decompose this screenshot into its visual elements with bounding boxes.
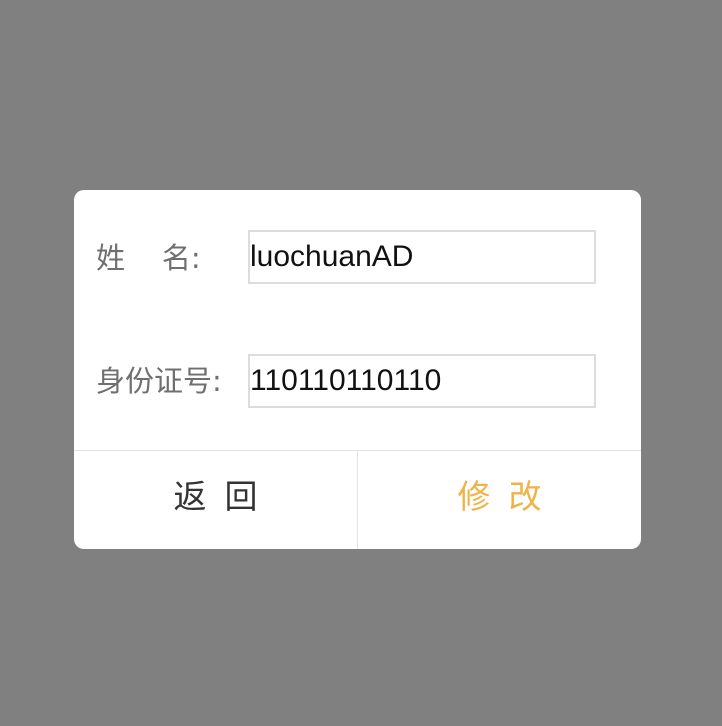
modify-button[interactable]: 修改: [358, 451, 641, 549]
id-number-input[interactable]: 110110110110: [248, 354, 596, 408]
dialog-button-row: 返回 修改: [74, 450, 641, 549]
back-button[interactable]: 返回: [74, 451, 358, 549]
id-number-label: 身份证号:: [96, 364, 222, 398]
edit-user-dialog: 姓 名: luochuanAD 身份证号: 110110110110 返回 修改: [74, 190, 641, 549]
name-label: 姓 名:: [96, 241, 201, 275]
name-input[interactable]: luochuanAD: [248, 230, 596, 284]
